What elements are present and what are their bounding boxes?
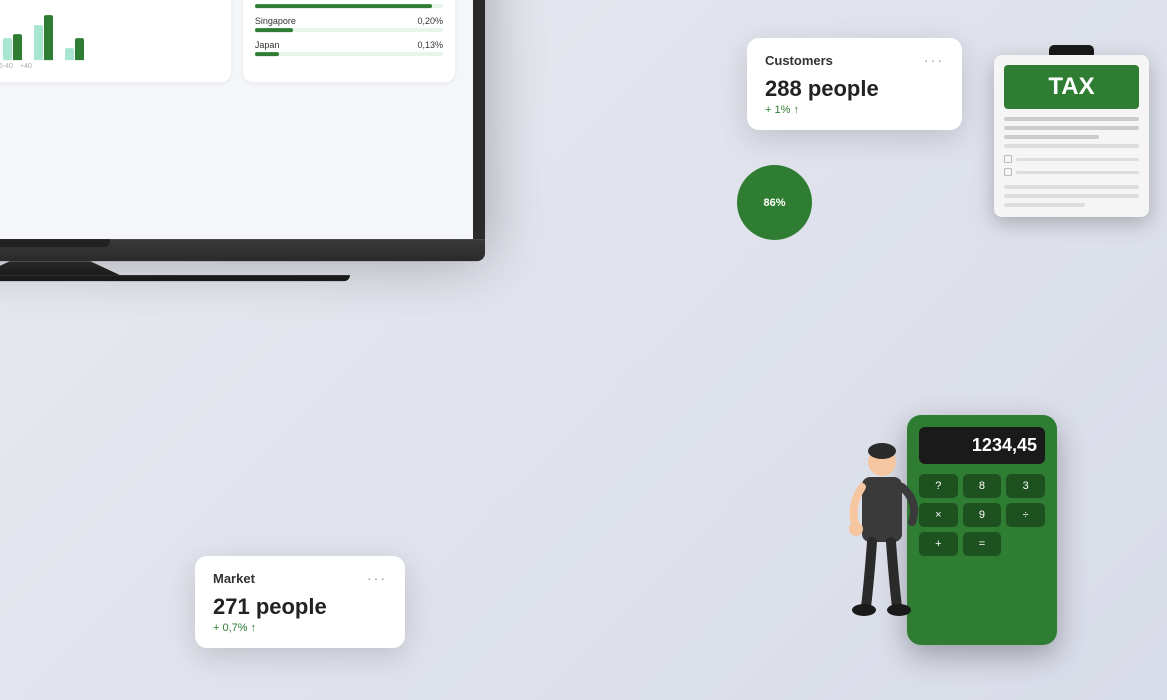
clipboard-check-row-2 [1004,168,1139,176]
bar-women-30-35 [3,38,12,60]
calc-btn-divide[interactable]: ÷ [1006,503,1045,527]
bar-men-30-35 [13,34,22,60]
bar-men-35-40 [44,15,53,60]
geo-bar-fill-japan [255,52,279,56]
geo-value-japan: 0,13% [417,40,443,50]
clip-line-7 [1004,203,1085,207]
main-content: Statistics 🔍 Search 🔔 [0,0,473,239]
clip-line-6 [1004,194,1139,198]
bar-women-plus40 [65,48,74,60]
calc-btn-q[interactable]: ? [919,474,958,498]
geo-row-indonesia: Indonesia 94 [255,0,443,2]
laptop-screen-inner: equip Accounting Dashboard Customers Inv… [0,0,473,239]
calculator-body: 1234,45 ? 8 3 × 9 ÷ + = [907,415,1057,645]
calculator-buttons: ? 8 3 × 9 ÷ + = [919,474,1045,556]
customers-card-header: Customers ··· [765,52,944,68]
market-card-value: 271 people [213,594,387,620]
geo-bar-fill-singapore [255,28,293,32]
geo-bar-fill-indonesia [255,4,432,8]
calc-btn-3[interactable]: 3 [1006,474,1045,498]
laptop: equip Accounting Dashboard Customers Inv… [0,0,485,281]
geo-country-japan: Japan [255,40,280,50]
clipboard-check-row-1 [1004,155,1139,163]
clip-line-2 [1004,126,1139,130]
geo-card: Geo Indonesia 94 [243,0,455,82]
clipboard-lines-group [1004,117,1139,207]
checkbox-line-2 [1016,171,1139,174]
tax-badge-display: TAX [1004,65,1139,109]
bar-group-35-40 [34,15,53,60]
bar-group-30-35 [3,34,22,60]
geo-bar-bg-indonesia [255,4,443,8]
customers-card-change: + 1% ↑ [765,104,944,116]
bar-women-35-40 [34,25,43,60]
clip-line-4 [1004,144,1139,148]
bar-chart [0,0,219,60]
clip-line-1 [1004,117,1139,121]
geo-value-indonesia: 94 [433,0,443,2]
geo-country-singapore: Singapore [255,16,296,26]
calc-btn-9[interactable]: 9 [963,503,1002,527]
market-floating-card: Market ··· 271 people + 0,7% ↑ [195,556,405,648]
customers-floating-card: Customers ··· 288 people + 1% ↑ [747,38,962,130]
customers-card-menu[interactable]: ··· [924,52,944,68]
blob-percent: 86% [763,197,785,209]
market-card-title: Market [213,571,255,586]
geo-country-indonesia: Indonesia [255,0,294,2]
clip-line-5 [1004,185,1139,189]
customers-change-arrow: ↑ [793,104,799,116]
clipboard-body: TAX [994,55,1149,217]
gender-age-card: Gender / Age women men 40%2 [0,0,231,82]
geo-item-singapore: Singapore 0,20% [255,16,443,32]
market-card-change: + 0,7% ↑ [213,622,387,634]
geo-bar-bg-singapore [255,28,443,32]
market-card-menu[interactable]: ··· [367,570,387,586]
green-blob: 86% [737,165,812,240]
tax-clipboard-wrapper: TAX [994,45,1149,217]
customers-card-value: 288 people [765,76,944,102]
bar-x-labels: <18 18-21 21-24 24-27 27-30 30-35 35-40 … [0,63,219,70]
geo-row-japan: Japan 0,13% [255,40,443,50]
calc-btn-equals[interactable]: = [963,532,1002,556]
geo-item-japan: Japan 0,13% [255,40,443,56]
geo-item-indonesia: Indonesia 94 [255,0,443,8]
person-svg [844,437,919,637]
laptop-stand [0,261,150,275]
calculator-display: 1234,45 [919,427,1045,464]
calc-btn-8[interactable]: 8 [963,474,1002,498]
geo-value-singapore: 0,20% [417,16,443,26]
laptop-base [0,239,485,261]
charts-row-2: Gender / Age women men 40%2 [0,0,455,82]
laptop-foot [0,275,350,281]
customers-card-title: Customers [765,53,833,68]
market-change-arrow: ↑ [251,622,257,634]
geo-bar-bg-japan [255,52,443,56]
calc-btn-multiply[interactable]: × [919,503,958,527]
calculator-wrapper: 1234,45 ? 8 3 × 9 ÷ + = [907,415,1057,645]
checkbox-2 [1004,168,1012,176]
checkbox-1 [1004,155,1012,163]
clip-line-3 [1004,135,1099,139]
geo-row-singapore: Singapore 0,20% [255,16,443,26]
geo-list: Indonesia 94 Singapore [255,0,443,56]
scene: equip Accounting Dashboard Customers Inv… [0,0,1167,700]
laptop-screen-outer: equip Accounting Dashboard Customers Inv… [0,0,485,239]
green-blob-container: 86% [737,165,812,240]
calc-btn-plus[interactable]: + [919,532,958,556]
bar-group-plus40 [65,38,84,60]
person-figure [844,437,919,642]
checkbox-line-1 [1016,158,1139,161]
market-card-header: Market ··· [213,570,387,586]
bar-men-plus40 [75,38,84,60]
